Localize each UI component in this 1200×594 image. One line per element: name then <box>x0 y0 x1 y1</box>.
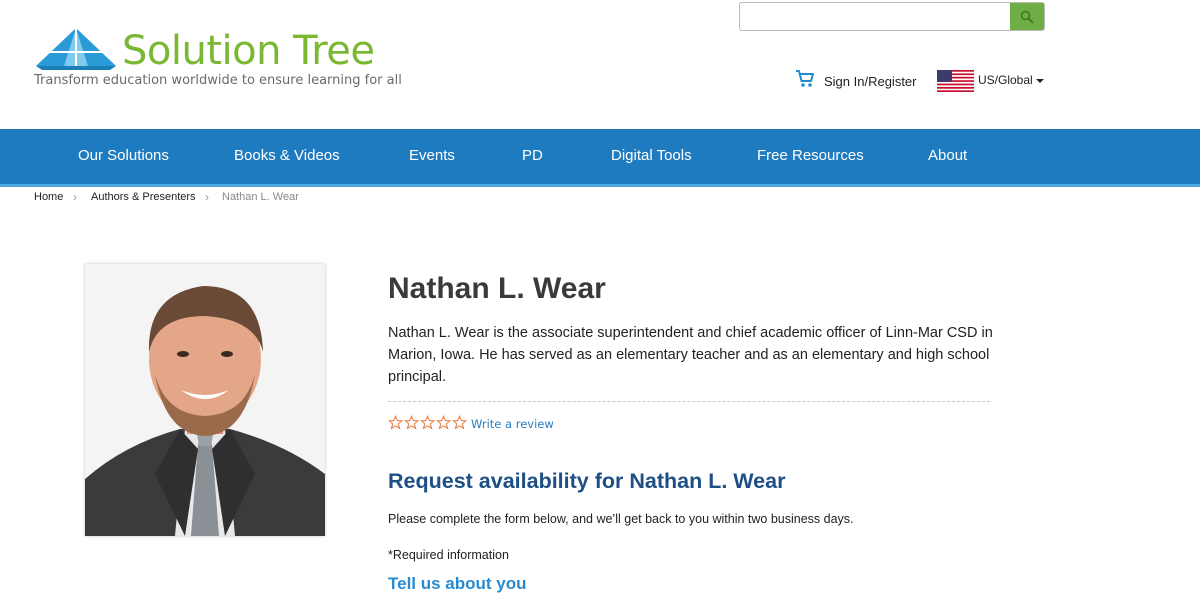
breadcrumb-authors[interactable]: Authors & Presenters <box>91 191 196 203</box>
search-icon <box>1020 10 1034 24</box>
star-outline-icon[interactable] <box>420 415 435 430</box>
breadcrumb-home[interactable]: Home <box>34 191 63 203</box>
star-outline-icon[interactable] <box>388 415 403 430</box>
search-input[interactable] <box>740 3 1012 30</box>
star-rating[interactable] <box>388 415 467 430</box>
search-box <box>739 2 1045 31</box>
chevron-right-icon: › <box>73 190 77 204</box>
nav-item-free-resources[interactable]: Free Resources <box>757 147 864 164</box>
nav-item-events[interactable]: Events <box>409 147 455 164</box>
sign-in-link[interactable]: Sign In/Register <box>824 74 917 89</box>
us-flag-icon[interactable] <box>937 70 974 92</box>
chevron-right-icon: › <box>205 190 209 204</box>
nav-item-our-solutions[interactable]: Our Solutions <box>78 147 169 164</box>
main-nav: Our Solutions Books & Videos Events PD D… <box>0 129 1200 187</box>
search-button[interactable] <box>1010 3 1044 30</box>
divider <box>388 401 990 402</box>
breadcrumb-current: Nathan L. Wear <box>222 191 299 203</box>
author-name: Nathan L. Wear <box>388 272 606 305</box>
brand-tagline: Transform education worldwide to ensure … <box>34 73 402 88</box>
star-outline-icon[interactable] <box>404 415 419 430</box>
region-label: US/Global <box>978 73 1033 87</box>
nav-item-books-videos[interactable]: Books & Videos <box>234 147 340 164</box>
required-note: *Required information <box>388 548 509 562</box>
star-outline-icon[interactable] <box>436 415 451 430</box>
brand-name: Solution Tree <box>122 28 375 74</box>
nav-item-about[interactable]: About <box>928 147 967 164</box>
nav-item-digital-tools[interactable]: Digital Tools <box>611 147 692 164</box>
request-description: Please complete the form below, and we’l… <box>388 512 854 526</box>
region-selector[interactable]: US/Global <box>978 73 1044 87</box>
star-outline-icon[interactable] <box>452 415 467 430</box>
chevron-down-icon <box>1035 78 1044 83</box>
logo[interactable]: Solution Tree Transform education worldw… <box>34 26 402 96</box>
request-title: Request availability for Nathan L. Wear <box>388 469 786 493</box>
cart-button[interactable] <box>795 69 815 93</box>
nav-item-pd[interactable]: PD <box>522 147 543 164</box>
logo-icon <box>36 28 116 70</box>
cart-icon <box>796 70 814 87</box>
section-heading: Tell us about you <box>388 574 527 593</box>
author-bio: Nathan L. Wear is the associate superint… <box>388 325 993 385</box>
write-review-link[interactable]: Write a review <box>471 417 554 431</box>
author-photo <box>85 264 325 536</box>
